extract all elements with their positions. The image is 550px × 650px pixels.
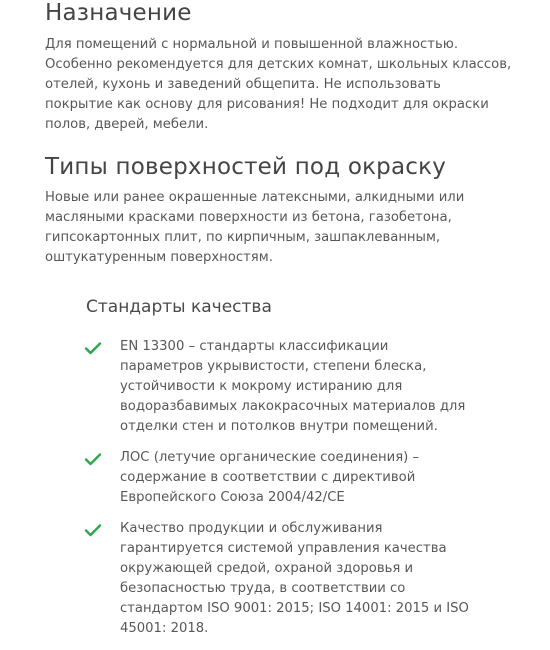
purpose-line: отелей, кухонь и заведений общепита. Не … — [45, 77, 441, 92]
standard-line: Европейского Союза 2004/42/CE — [120, 490, 345, 505]
surfaces-paragraph: Новые или ранее окрашенные латексными, а… — [45, 188, 495, 268]
standard-line: водоразбавимых лакокрасочных материалов … — [120, 399, 466, 414]
standard-line: параметров укрывистости, степени блеска, — [120, 359, 427, 374]
standard-line: гарантируется системой управления качест… — [120, 541, 447, 556]
standard-line: ЛОС (летучие органические соединения) – — [120, 450, 420, 465]
standard-line: устойчивости к мокрому истиранию для — [120, 379, 403, 394]
check-icon — [84, 453, 102, 466]
standard-line: 45001: 2018. — [120, 621, 209, 636]
surfaces-line: Новые или ранее окрашенные латексными, а… — [45, 190, 465, 205]
standard-line: EN 13300 – стандарты классификации — [120, 339, 389, 354]
surfaces-line: гипсокартонных плит, по кирпичным, зашпа… — [45, 230, 441, 245]
standard-item-voc: ЛОС (летучие органические соединения) – … — [82, 448, 482, 508]
standard-line: стандартом ISO 9001: 2015; ISO 14001: 20… — [120, 601, 469, 616]
purpose-paragraph: Для помещений с нормальной и повышенной … — [45, 35, 512, 135]
standard-item-en13300: EN 13300 – стандарты классификации парам… — [82, 337, 482, 437]
purpose-line: покрытие как основу для рисования! Не по… — [45, 97, 489, 112]
standard-item-iso: Качество продукции и обслуживания гарант… — [82, 519, 482, 639]
purpose-line: полов, дверей, мебели. — [45, 117, 209, 132]
check-icon — [84, 342, 102, 355]
standard-line: окружающей средой, охраной здоровья и — [120, 561, 414, 576]
purpose-line: Особенно рекомендуется для детских комна… — [45, 57, 512, 72]
surfaces-line: оштукатуренным поверхностям. — [45, 250, 273, 265]
check-icon — [84, 524, 102, 537]
standards-list: EN 13300 – стандарты классификации парам… — [82, 337, 482, 650]
standards-title: Стандарты качества — [86, 297, 272, 317]
purpose-title: Назначение — [45, 0, 192, 26]
standard-line: отделки стен и потолков внутри помещений… — [120, 419, 438, 434]
surfaces-title: Типы поверхностей под окраску — [45, 154, 447, 180]
surfaces-line: масляными красками поверхности из бетона… — [45, 210, 452, 225]
standard-line: Качество продукции и обслуживания — [120, 521, 383, 536]
standard-line: содержание в соответствии с директивой — [120, 470, 416, 485]
standard-line: безопасностью труда, в соответствии со — [120, 581, 406, 596]
purpose-line: Для помещений с нормальной и повышенной … — [45, 37, 459, 52]
